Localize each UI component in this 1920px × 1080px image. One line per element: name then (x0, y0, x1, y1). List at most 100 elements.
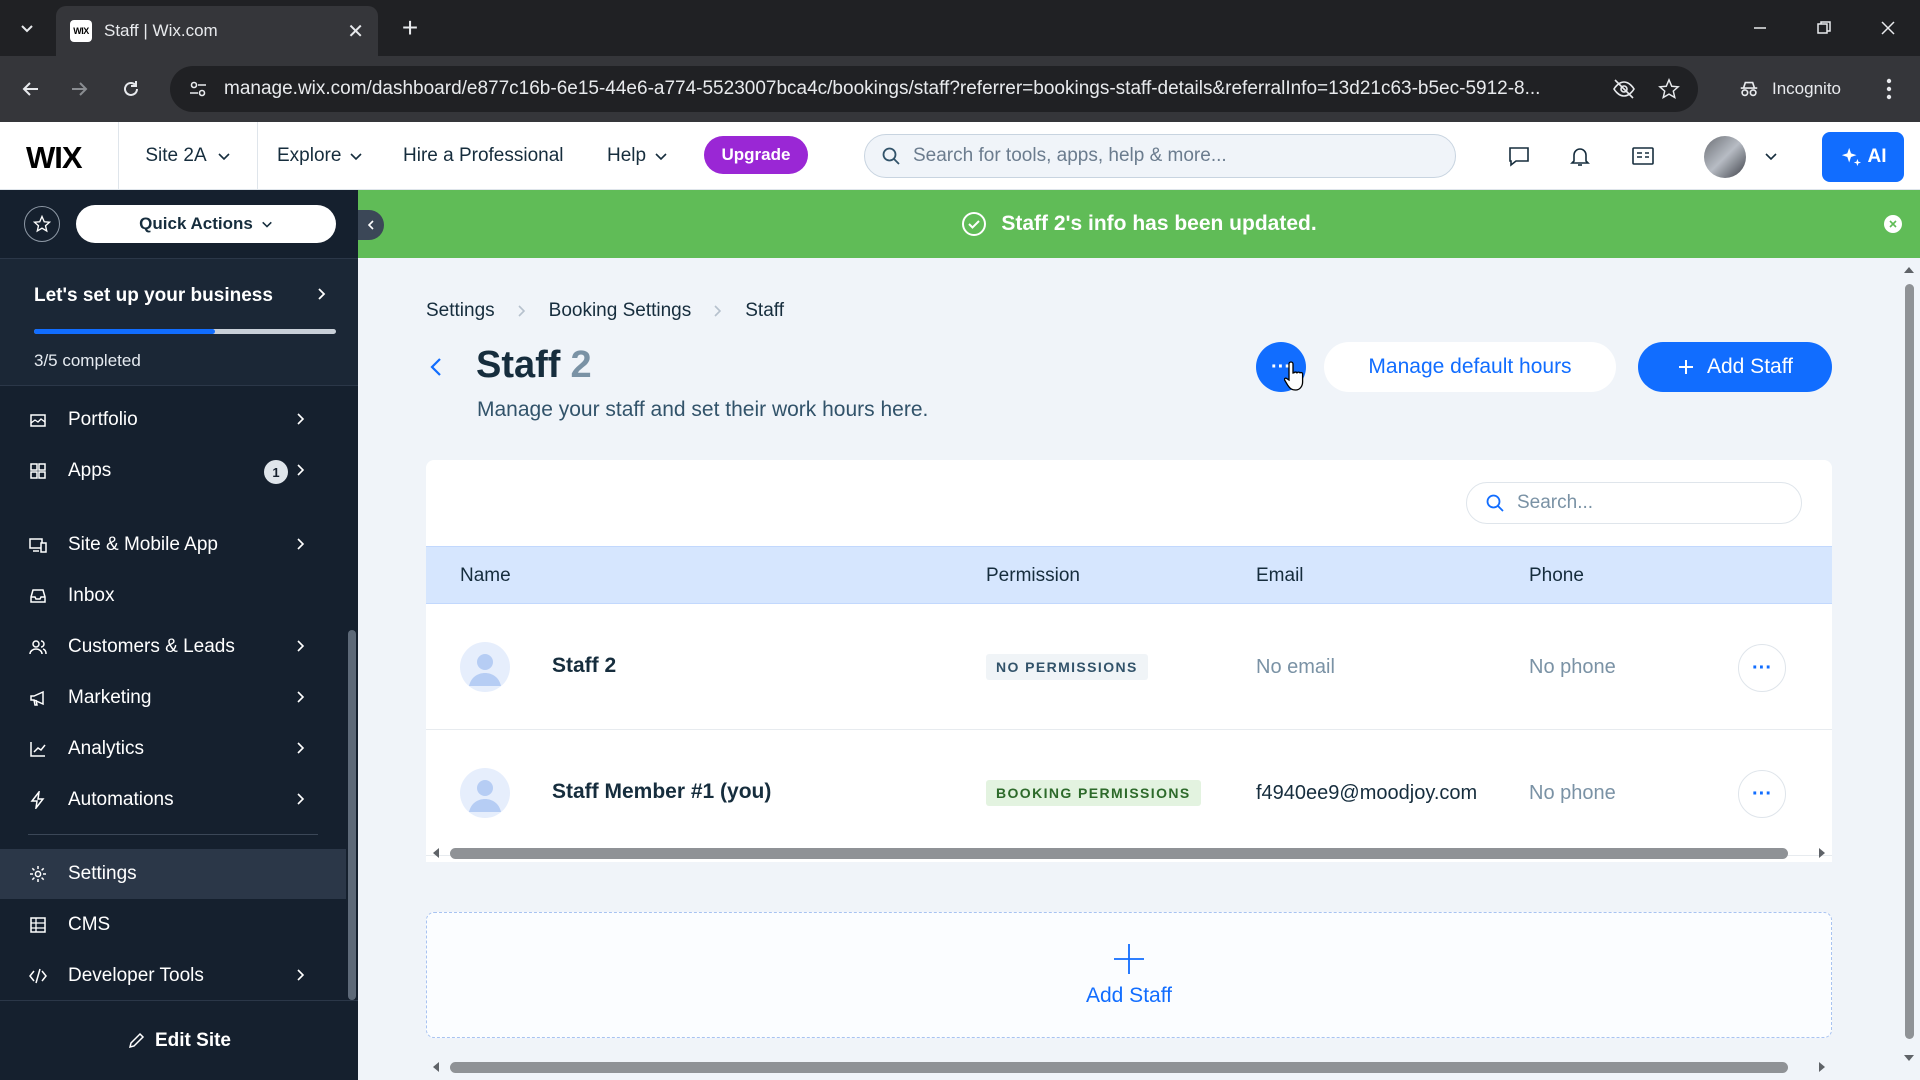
chevron-down-icon (350, 153, 362, 161)
notifications-button[interactable] (1563, 139, 1597, 173)
scroll-right-arrow-icon[interactable] (1818, 1062, 1826, 1072)
table-row[interactable]: Staff 2 NO PERMISSIONS No email No phone… (426, 604, 1832, 730)
chevron-down-icon (1765, 153, 1777, 161)
breadcrumb-booking-settings[interactable]: Booking Settings (549, 300, 692, 322)
browser-tab[interactable]: WIX Staff | Wix.com ✕ (56, 6, 378, 56)
sidebar-item-developer-tools[interactable]: Developer Tools (0, 951, 346, 1001)
scroll-right-arrow-icon[interactable] (1818, 848, 1826, 858)
business-cards-button[interactable] (1626, 139, 1660, 173)
row-more-button[interactable]: ··· (1738, 644, 1786, 692)
edit-site-label: Edit Site (154, 1029, 231, 1051)
table-horizontal-scrollbar[interactable] (426, 844, 1832, 862)
column-header-name[interactable]: Name (460, 565, 511, 587)
sidebar-item-portfolio[interactable]: Portfolio (0, 395, 346, 445)
column-header-permission[interactable]: Permission (986, 565, 1080, 587)
scroll-up-arrow-icon[interactable] (1904, 266, 1914, 274)
ai-assistant-button[interactable]: AI (1822, 132, 1904, 182)
tab-search-button[interactable] (8, 12, 46, 44)
tools-search[interactable] (864, 134, 1456, 178)
devices-icon (28, 535, 48, 555)
search-icon (882, 147, 900, 165)
chevron-down-icon (218, 153, 230, 161)
sidebar-item-settings[interactable]: Settings (0, 849, 346, 899)
help-menu[interactable]: Help (607, 122, 668, 190)
tools-search-input[interactable] (913, 145, 1439, 167)
close-tab-icon[interactable]: ✕ (347, 19, 364, 44)
scroll-down-arrow-icon[interactable] (1904, 1054, 1914, 1062)
sidebar-item-analytics[interactable]: Analytics (0, 724, 346, 774)
staff-name[interactable]: Staff Member #1 (you) (552, 780, 771, 804)
scrollbar-thumb[interactable] (1905, 284, 1914, 1039)
restore-button[interactable] (1804, 12, 1844, 44)
staff-search-input[interactable] (1517, 492, 1783, 514)
sidebar-item-label: Developer Tools (68, 965, 204, 986)
incognito-indicator[interactable]: Incognito (1720, 68, 1870, 110)
add-staff-dropzone[interactable]: Add Staff (426, 912, 1832, 1038)
success-toast: Staff 2's info has been updated. (358, 190, 1920, 258)
back-arrow-icon[interactable] (428, 356, 444, 378)
browser-menu-button[interactable] (1872, 72, 1906, 106)
sidebar: Quick Actions Let's set up your business… (0, 190, 358, 1080)
breadcrumb: Settings Booking Settings Staff (426, 300, 784, 322)
bookmark-star-icon[interactable] (1658, 78, 1680, 100)
page-vertical-scrollbar[interactable] (1902, 264, 1916, 1064)
sidebar-item-marketing[interactable]: Marketing (0, 673, 346, 723)
sidebar-item-label: Automations (68, 789, 174, 810)
sidebar-item-customers-leads[interactable]: Customers & Leads (0, 622, 346, 672)
site-selector[interactable]: Site 2A (118, 122, 258, 190)
staff-search[interactable] (1466, 482, 1802, 524)
star-icon (33, 215, 51, 233)
staff-email: f4940ee9@moodjoy.com (1256, 782, 1478, 804)
gear-icon (28, 864, 48, 884)
address-bar[interactable]: manage.wix.com/dashboard/e877c16b-6e15-4… (170, 66, 1698, 112)
add-staff-button[interactable]: Add Staff (1638, 342, 1832, 392)
sidebar-item-site-mobile-app[interactable]: Site & Mobile App (0, 520, 346, 570)
reload-button[interactable] (114, 72, 148, 106)
page-horizontal-scrollbar[interactable] (426, 1058, 1832, 1076)
table-header: Name Permission Email Phone (426, 546, 1832, 604)
edit-site-button[interactable]: Edit Site (0, 1000, 358, 1080)
page-title: Staff 2 (476, 344, 592, 387)
help-label: Help (607, 145, 647, 166)
quick-actions-button[interactable]: Quick Actions (76, 205, 336, 243)
scrollbar-thumb[interactable] (450, 1062, 1788, 1073)
upgrade-button[interactable]: Upgrade (704, 136, 808, 174)
favorites-button[interactable] (24, 206, 60, 242)
sidebar-item-label: Site & Mobile App (68, 534, 218, 555)
staff-name[interactable]: Staff 2 (552, 654, 616, 678)
scroll-left-arrow-icon[interactable] (432, 848, 440, 858)
account-avatar[interactable] (1704, 136, 1746, 178)
row-more-button[interactable]: ··· (1738, 770, 1786, 818)
forward-button[interactable] (62, 72, 96, 106)
back-button[interactable] (14, 72, 48, 106)
mouse-cursor-icon (1284, 361, 1304, 391)
sidebar-divider (28, 834, 318, 835)
manage-default-hours-button[interactable]: Manage default hours (1324, 342, 1616, 392)
sidebar-item-inbox[interactable]: Inbox (0, 571, 346, 621)
breadcrumb-settings[interactable]: Settings (426, 300, 495, 322)
account-menu-chevron[interactable] (1754, 139, 1788, 173)
close-window-button[interactable] (1868, 12, 1908, 44)
analytics-icon (28, 739, 48, 759)
eye-off-icon[interactable] (1612, 77, 1636, 101)
messages-button[interactable] (1502, 139, 1536, 173)
scrollbar-thumb[interactable] (450, 848, 1788, 859)
new-tab-button[interactable]: + (394, 12, 426, 44)
scroll-left-arrow-icon[interactable] (432, 1062, 440, 1072)
setup-progress-card[interactable]: Let's set up your business 3/5 completed (0, 258, 358, 386)
explore-menu[interactable]: Explore (277, 122, 363, 190)
minimize-button[interactable] (1740, 12, 1780, 44)
site-info-icon[interactable] (188, 79, 208, 99)
wix-favicon-icon: WIX (70, 20, 92, 42)
column-header-email[interactable]: Email (1256, 565, 1304, 587)
toast-close-button[interactable] (1884, 215, 1902, 233)
sidebar-item-automations[interactable]: Automations (0, 775, 346, 825)
sidebar-item-apps[interactable]: Apps 1 (0, 446, 346, 496)
table-row[interactable]: Staff Member #1 (you) BOOKING PERMISSION… (426, 730, 1832, 856)
reload-icon (124, 81, 138, 96)
sidebar-item-cms[interactable]: CMS (0, 900, 346, 950)
wix-logo[interactable]: WIX (26, 140, 83, 176)
sidebar-scrollbar[interactable] (348, 630, 356, 1000)
hire-professional-link[interactable]: Hire a Professional (403, 122, 564, 190)
column-header-phone[interactable]: Phone (1529, 565, 1584, 587)
